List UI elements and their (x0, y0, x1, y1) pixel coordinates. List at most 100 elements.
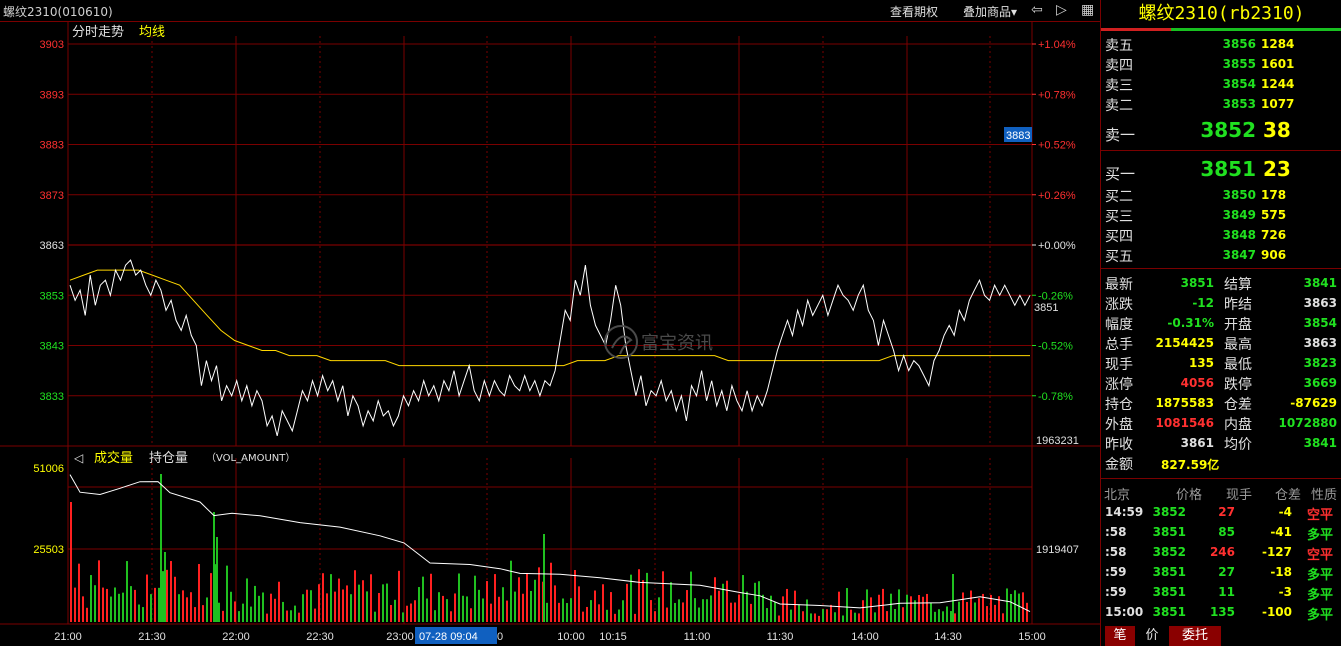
volume-bar (558, 602, 560, 622)
stat-label: 昨结 (1224, 297, 1252, 313)
time-tick: 15:00 (1018, 631, 1046, 643)
volume-bar (734, 602, 736, 622)
trade-time: 14:59 (1105, 505, 1144, 519)
volume-bar (942, 611, 944, 622)
volume-bar (762, 594, 764, 622)
bids-level-1[interactable]: 买一 3851 23 (1101, 157, 1341, 185)
volume-bar (114, 587, 116, 622)
layout-icon[interactable]: ▦ (1081, 2, 1094, 18)
trade-nature: 多平 (1307, 588, 1334, 603)
prev-arrow-icon[interactable]: ⇦ (1031, 2, 1043, 18)
volume-bar (378, 592, 380, 622)
overlay-product-dropdown[interactable]: 叠加商品▾ (963, 3, 1017, 20)
tab-ticks[interactable]: 笔 (1105, 626, 1135, 646)
volume-bar (878, 594, 880, 622)
stat-label: 总手 (1105, 337, 1133, 353)
volume-bar (954, 613, 956, 622)
level-label: 买四 (1105, 229, 1133, 245)
trade-price: 3851 (1152, 605, 1186, 619)
next-arrow-icon[interactable]: ▷ (1056, 2, 1067, 18)
volume-bar (270, 593, 272, 622)
bids-level-5[interactable]: 买五 3847 906 (1101, 245, 1341, 265)
volume-bar (90, 575, 92, 622)
volume-bar (250, 606, 252, 622)
tab-price[interactable]: 价 (1137, 626, 1167, 646)
level-volume: 1284 (1261, 37, 1295, 51)
volume-bar (154, 587, 156, 622)
volume-bar (314, 608, 316, 622)
volume-bar (414, 600, 416, 622)
stat-value: 3861 (1180, 436, 1214, 450)
volume-bar (174, 576, 176, 622)
volume-bar (646, 572, 648, 622)
volume-bar (1018, 593, 1020, 622)
title-underline-green (1171, 28, 1341, 31)
last-price-tag: 3851 (1034, 302, 1058, 314)
intraday-chart[interactable]: 富宝资讯 分时走势 均线 3903 3893 3883 3873 3863 3853 384… (0, 22, 1100, 646)
asks-level-5[interactable]: 卖一 3852 38 (1101, 118, 1341, 146)
volume-bar (126, 561, 128, 622)
volume-bar (490, 603, 492, 622)
volume-bar (994, 604, 996, 622)
asks-level-2[interactable]: 卖四 3855 1601 (1101, 54, 1341, 74)
level-price: 3849 (1222, 208, 1256, 222)
volume-bar (786, 588, 788, 622)
bids-level-4[interactable]: 买四 3848 726 (1101, 225, 1341, 245)
volume-bar (550, 562, 552, 622)
volume-bar (418, 587, 420, 622)
bids-level-2[interactable]: 买二 3850 178 (1101, 185, 1341, 205)
volume-bar (582, 611, 584, 622)
volume-bar (778, 615, 780, 622)
view-options-button[interactable]: 查看期权 (890, 3, 938, 20)
time-tick: 22:30 (306, 631, 334, 643)
volume-bar (938, 609, 940, 622)
volume-bar (858, 613, 860, 622)
volume-bar (186, 597, 188, 622)
trades-header: 北京 价格 现手 仓差 性质 (1101, 482, 1341, 503)
trade-time: :58 (1105, 545, 1127, 559)
volume-bar (402, 612, 404, 622)
volume-axis: 51006 25503 (33, 463, 64, 556)
bids-level-3[interactable]: 买三 3849 575 (1101, 205, 1341, 225)
volume-bar (498, 596, 500, 622)
asks-level-1[interactable]: 卖五 3856 1284 (1101, 34, 1341, 54)
volume-bar (506, 600, 508, 622)
trade-time: :58 (1105, 525, 1127, 539)
asks-level-3[interactable]: 卖三 3854 1244 (1101, 74, 1341, 94)
volume-bar (890, 593, 892, 622)
volume-bars (70, 474, 1028, 622)
stat-value: 2154425 (1155, 336, 1214, 350)
volume-bar (678, 599, 680, 622)
stat-label: 仓差 (1224, 397, 1252, 413)
volume-bar (746, 591, 748, 622)
volume-bar (222, 610, 224, 622)
chart-grid (0, 22, 1100, 625)
trades-header-vol: 现手 (1226, 488, 1253, 503)
volume-bar (702, 599, 704, 622)
time-axis: 21:00 21:30 22:00 22:30 10:00 10:15 11:00 11:30… (54, 631, 1046, 643)
stat-value: 3841 (1303, 276, 1337, 290)
volume-bar (1002, 613, 1004, 622)
volume-bar (158, 587, 160, 622)
tab-orders[interactable]: 委托 (1169, 626, 1221, 646)
volume-bar (210, 573, 212, 622)
asks-level-4[interactable]: 卖二 3853 1077 (1101, 94, 1341, 114)
stat-value: -87629 (1290, 396, 1337, 410)
volume-bar (598, 604, 600, 622)
level-price: 3856 (1222, 37, 1256, 51)
volume-bar (534, 579, 536, 622)
swap-icon[interactable]: ◁ (73, 451, 83, 465)
level-volume: 1601 (1261, 57, 1295, 71)
stat-label: 昨收 (1105, 437, 1133, 453)
trade-oi-change: -4 (1278, 505, 1292, 519)
volume-bar (466, 596, 468, 622)
trade-price: 3852 (1152, 545, 1186, 559)
volume-bar (410, 603, 412, 622)
volume-bar (738, 594, 740, 622)
volume-bar (238, 611, 240, 622)
percent-tick: +0.00% (1038, 240, 1076, 252)
volume-bar (794, 590, 796, 622)
volume-bar (330, 574, 332, 622)
oi-axis: 1963231 1919407 (1036, 435, 1079, 556)
time-tick: 22:00 (222, 631, 250, 643)
